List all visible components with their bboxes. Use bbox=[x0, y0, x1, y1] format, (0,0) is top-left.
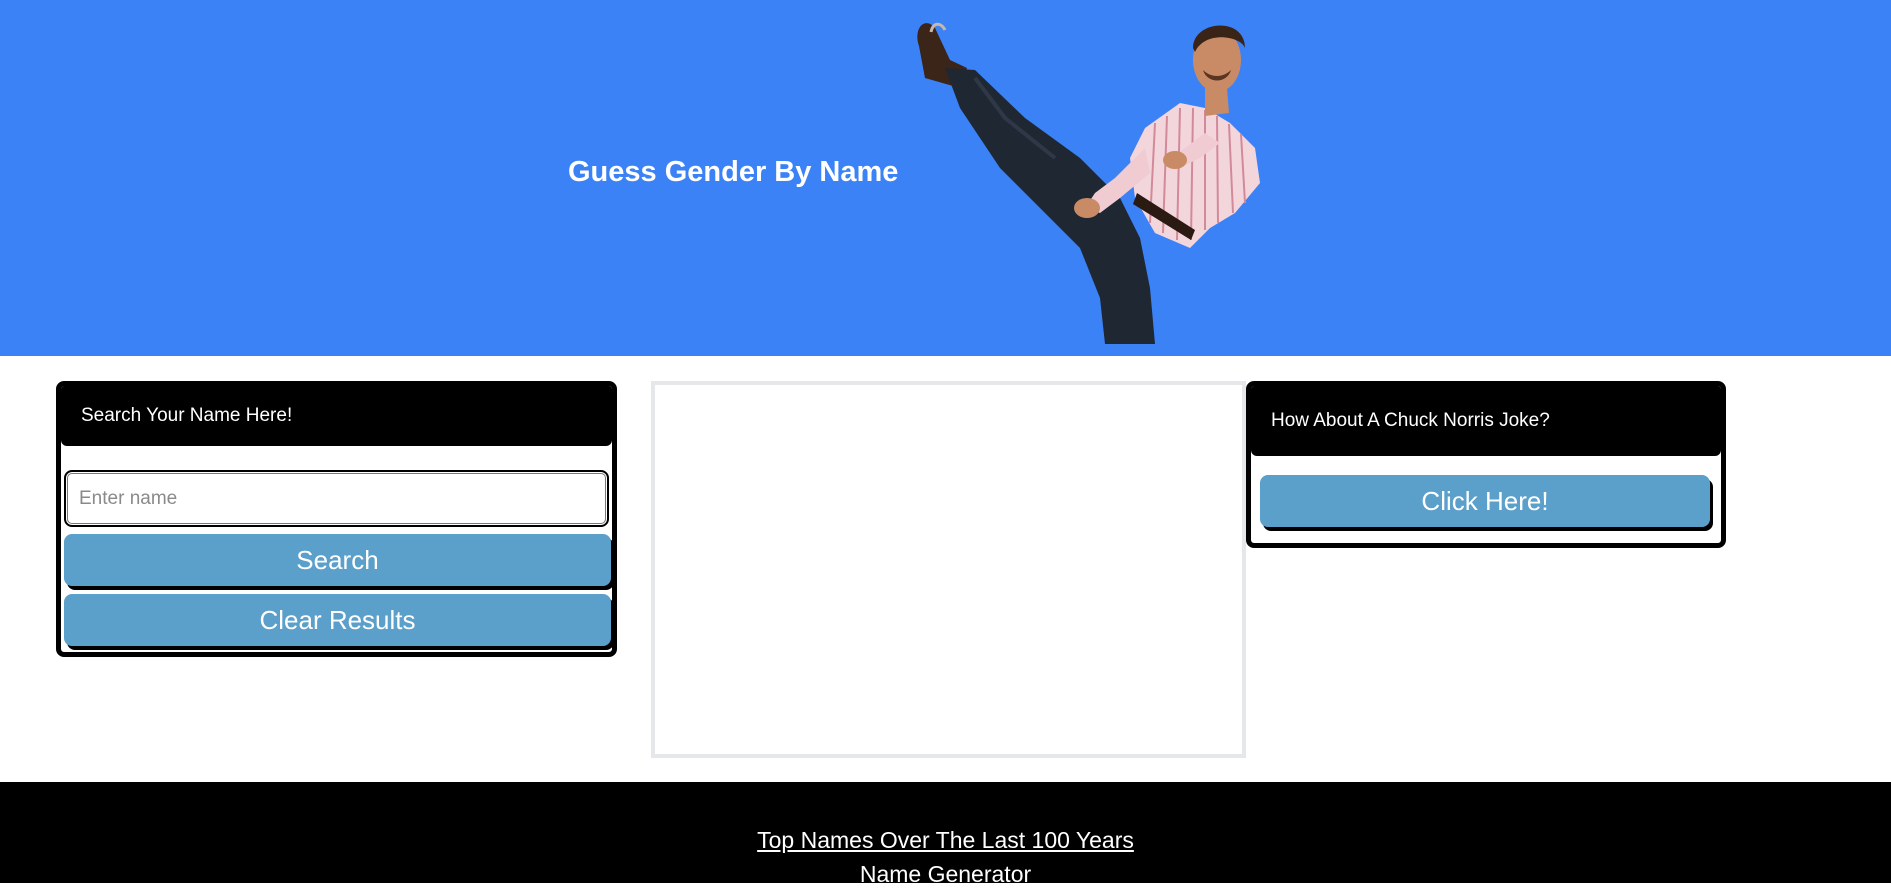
page-footer: Top Names Over The Last 100 Years Name G… bbox=[0, 782, 1891, 887]
search-panel: Search Your Name Here! Search Clear Resu… bbox=[56, 381, 617, 657]
joke-button[interactable]: Click Here! bbox=[1260, 475, 1710, 527]
clear-results-button[interactable]: Clear Results bbox=[64, 594, 611, 646]
page-title: Guess Gender By Name bbox=[568, 156, 899, 188]
search-button[interactable]: Search bbox=[64, 534, 611, 586]
joke-panel-heading: How About A Chuck Norris Joke? bbox=[1251, 386, 1721, 456]
name-input[interactable] bbox=[64, 470, 609, 527]
footer-link-top-names[interactable]: Top Names Over The Last 100 Years bbox=[757, 827, 1134, 853]
footer-link-name-generator[interactable]: Name Generator bbox=[860, 861, 1031, 887]
search-panel-heading: Search Your Name Here! bbox=[61, 386, 612, 446]
joke-panel: How About A Chuck Norris Joke? Click Her… bbox=[1246, 381, 1726, 548]
results-area bbox=[651, 381, 1246, 758]
karate-kick-image bbox=[917, 22, 1260, 344]
page-header: Guess Gender By Name bbox=[0, 0, 1891, 356]
